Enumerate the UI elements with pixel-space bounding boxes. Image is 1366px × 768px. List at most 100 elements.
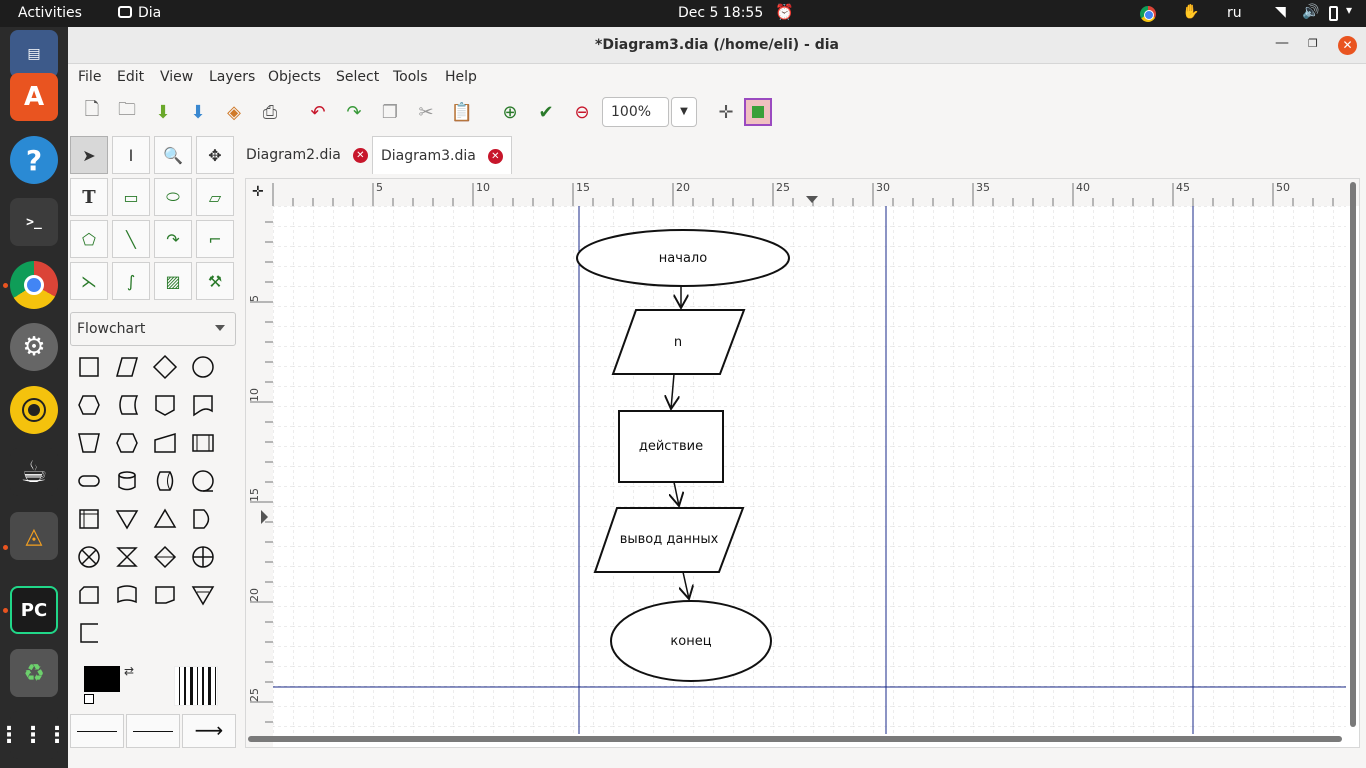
- sheet-selector[interactable]: Flowchart: [70, 312, 236, 346]
- scroll-tool-icon[interactable]: ✥: [196, 136, 234, 174]
- system-menu-arrow-icon[interactable]: ▾: [1346, 3, 1352, 17]
- dock-chrome-icon[interactable]: [10, 261, 58, 309]
- shape-triangle-down-icon[interactable]: [184, 576, 222, 614]
- shape-manual-input-icon[interactable]: [146, 424, 184, 462]
- line-tool-icon[interactable]: ╲: [112, 220, 150, 258]
- menu-select[interactable]: Select: [336, 69, 379, 85]
- close-tab-icon[interactable]: ✕: [352, 148, 368, 163]
- dock-rhythmbox-icon[interactable]: [10, 386, 58, 434]
- shape-stored-data-icon[interactable]: [108, 386, 146, 424]
- shape-sort-icon[interactable]: [146, 538, 184, 576]
- arc-tool-icon[interactable]: ↷: [154, 220, 192, 258]
- pointer-tool-icon[interactable]: ➤: [70, 136, 108, 174]
- dock-app-grid-icon[interactable]: ⋮⋮⋮: [0, 711, 68, 759]
- export-icon[interactable]: ◈: [220, 98, 248, 126]
- shape-direct-access-icon[interactable]: [146, 462, 184, 500]
- swap-colors-icon[interactable]: ⇄: [124, 664, 134, 678]
- canvas-drawing[interactable]: ✛ 5 10 15 20 25 30 35 40 45 50 5 10 15 20 25 начало n…: [246, 179, 1359, 747]
- zigzag-line-tool-icon[interactable]: ⌐: [196, 220, 234, 258]
- dock-pycharm-icon[interactable]: PC: [10, 586, 58, 634]
- shape-process-icon[interactable]: [70, 348, 108, 386]
- chrome-tray-icon[interactable]: [1140, 6, 1156, 22]
- start-arrow-selector[interactable]: [70, 714, 124, 748]
- node-end[interactable]: конец: [610, 600, 772, 682]
- shape-punched-card-icon[interactable]: [70, 576, 108, 614]
- close-tab-icon[interactable]: ✕: [487, 149, 503, 164]
- keyboard-layout[interactable]: ru: [1227, 5, 1242, 21]
- dock-help-icon[interactable]: ?: [10, 136, 58, 184]
- undo-icon[interactable]: ↶: [304, 98, 332, 126]
- image-tool-icon[interactable]: ▨: [154, 262, 192, 300]
- line-style-selector[interactable]: [126, 714, 180, 748]
- window-titlebar[interactable]: *Diagram3.dia (/home/eli) - dia — ❐ ✕: [68, 27, 1366, 64]
- save-icon[interactable]: ⬇: [149, 98, 177, 126]
- diagram-canvas[interactable]: ✛ 5 10 15 20 25 30 35 40 45 50 5 10 15 20 25 начало n…: [245, 178, 1360, 748]
- polygon-tool-icon[interactable]: ▱: [196, 178, 234, 216]
- text-edit-tool-icon[interactable]: I: [112, 136, 150, 174]
- reset-colors-icon[interactable]: [84, 694, 94, 704]
- node-input[interactable]: n: [611, 309, 746, 375]
- snap-to-objects-icon[interactable]: [744, 98, 772, 126]
- shape-input-output-icon[interactable]: [108, 348, 146, 386]
- ruler-origin-icon[interactable]: ✛: [252, 184, 264, 200]
- tab-diagram3[interactable]: Diagram3.dia ✕: [372, 136, 512, 174]
- menu-edit[interactable]: Edit: [117, 69, 144, 85]
- clock[interactable]: Dec 5 18:55: [678, 5, 763, 21]
- shape-collate-icon[interactable]: [108, 538, 146, 576]
- shape-summing-junction-icon[interactable]: [70, 538, 108, 576]
- foreground-color-swatch[interactable]: [84, 666, 120, 692]
- tab-diagram2[interactable]: Diagram2.dia ✕: [238, 136, 376, 174]
- shape-extract-icon[interactable]: [146, 500, 184, 538]
- dock-software-icon[interactable]: A: [10, 73, 58, 121]
- bezier-line-tool-icon[interactable]: ∫: [112, 262, 150, 300]
- hand-icon[interactable]: ✋: [1182, 4, 1199, 20]
- node-start[interactable]: начало: [576, 229, 790, 287]
- shape-sequential-storage-icon[interactable]: [184, 462, 222, 500]
- magnify-tool-icon[interactable]: 🔍: [154, 136, 192, 174]
- print-icon[interactable]: ⎙: [256, 98, 284, 126]
- polyline-tool-icon[interactable]: ⋋: [70, 262, 108, 300]
- shape-display-icon[interactable]: [108, 424, 146, 462]
- cut-icon[interactable]: ✂: [412, 98, 440, 126]
- dock-coffee-icon[interactable]: ☕: [10, 448, 58, 496]
- shape-connector-icon[interactable]: [184, 348, 222, 386]
- paste-icon[interactable]: 📋: [448, 98, 476, 126]
- shape-offpage-connector-icon[interactable]: [146, 386, 184, 424]
- new-file-icon[interactable]: 🗋: [78, 98, 106, 126]
- menu-file[interactable]: File: [78, 69, 101, 85]
- redo-icon[interactable]: ↷: [340, 98, 368, 126]
- maximize-button[interactable]: ❐: [1308, 37, 1318, 50]
- node-process[interactable]: действие: [618, 410, 724, 483]
- shape-or-icon[interactable]: [184, 538, 222, 576]
- menu-tools[interactable]: Tools: [393, 69, 428, 85]
- menu-help[interactable]: Help: [445, 69, 477, 85]
- volume-icon[interactable]: 🔊: [1302, 4, 1319, 20]
- shape-predefined-process-icon[interactable]: [184, 424, 222, 462]
- horizontal-scrollbar[interactable]: [248, 736, 1342, 742]
- close-window-button[interactable]: ✕: [1338, 36, 1357, 55]
- snap-to-grid-icon[interactable]: ✛: [712, 98, 740, 126]
- shape-magnetic-disk-icon[interactable]: [108, 462, 146, 500]
- text-tool-icon[interactable]: T: [70, 178, 108, 216]
- dock-files-icon[interactable]: ▤: [10, 30, 58, 78]
- dock-dia-icon[interactable]: ◬: [10, 512, 58, 560]
- save-as-icon[interactable]: ⬇: [184, 98, 212, 126]
- shape-delay-icon[interactable]: [184, 500, 222, 538]
- shape-terminal-icon[interactable]: [70, 462, 108, 500]
- shape-decision-icon[interactable]: [146, 348, 184, 386]
- battery-icon[interactable]: [1329, 6, 1338, 21]
- shape-internal-storage-icon[interactable]: [70, 500, 108, 538]
- ellipse-tool-icon[interactable]: ⬭: [154, 178, 192, 216]
- dock-settings-icon[interactable]: ⚙: [10, 323, 58, 371]
- end-arrow-selector[interactable]: ⟶: [182, 714, 236, 748]
- line-width-selector[interactable]: [174, 666, 218, 706]
- zoom-level-field[interactable]: 100%: [602, 97, 669, 127]
- dock-trash-icon[interactable]: ♻: [10, 649, 58, 697]
- copy-icon[interactable]: ❐: [376, 98, 404, 126]
- app-menu[interactable]: Dia: [118, 5, 161, 21]
- node-output[interactable]: вывод данных: [593, 507, 745, 573]
- shape-annotation-icon[interactable]: [70, 614, 108, 652]
- zoom-fit-icon[interactable]: ✔: [532, 98, 560, 126]
- minimize-button[interactable]: —: [1275, 35, 1289, 51]
- menu-view[interactable]: View: [160, 69, 193, 85]
